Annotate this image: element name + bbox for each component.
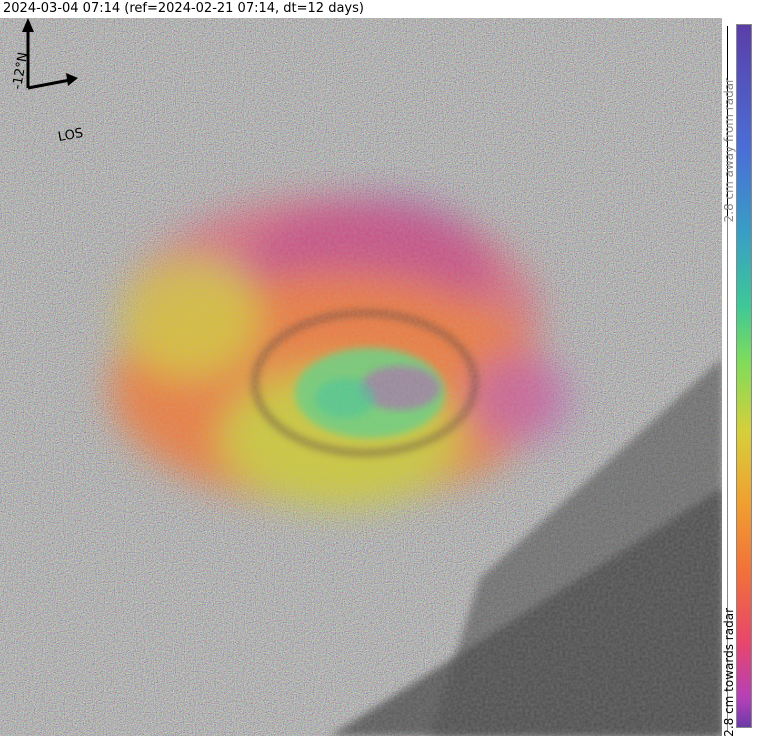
interferogram-map: -12°N LOS <box>0 18 722 736</box>
colorbar-panel: +π -π 2.8 cm away from radar 2.8 cm towa… <box>722 18 770 737</box>
title-bar: 2024-03-04 07:14 (ref=2024-02-21 07:14, … <box>0 0 722 18</box>
colorbar-top-label: +π <box>752 35 767 57</box>
colorbar-bottom-label: -π <box>752 711 767 727</box>
away-from-radar-label: 2.8 cm away from radar <box>722 78 736 223</box>
towards-radar-label: 2.8 cm towards radar <box>722 608 736 737</box>
image-title: 2024-03-04 07:14 (ref=2024-02-21 07:14, … <box>3 1 364 16</box>
interferogram-image <box>0 18 722 736</box>
phase-colorbar: +π -π <box>736 24 767 728</box>
